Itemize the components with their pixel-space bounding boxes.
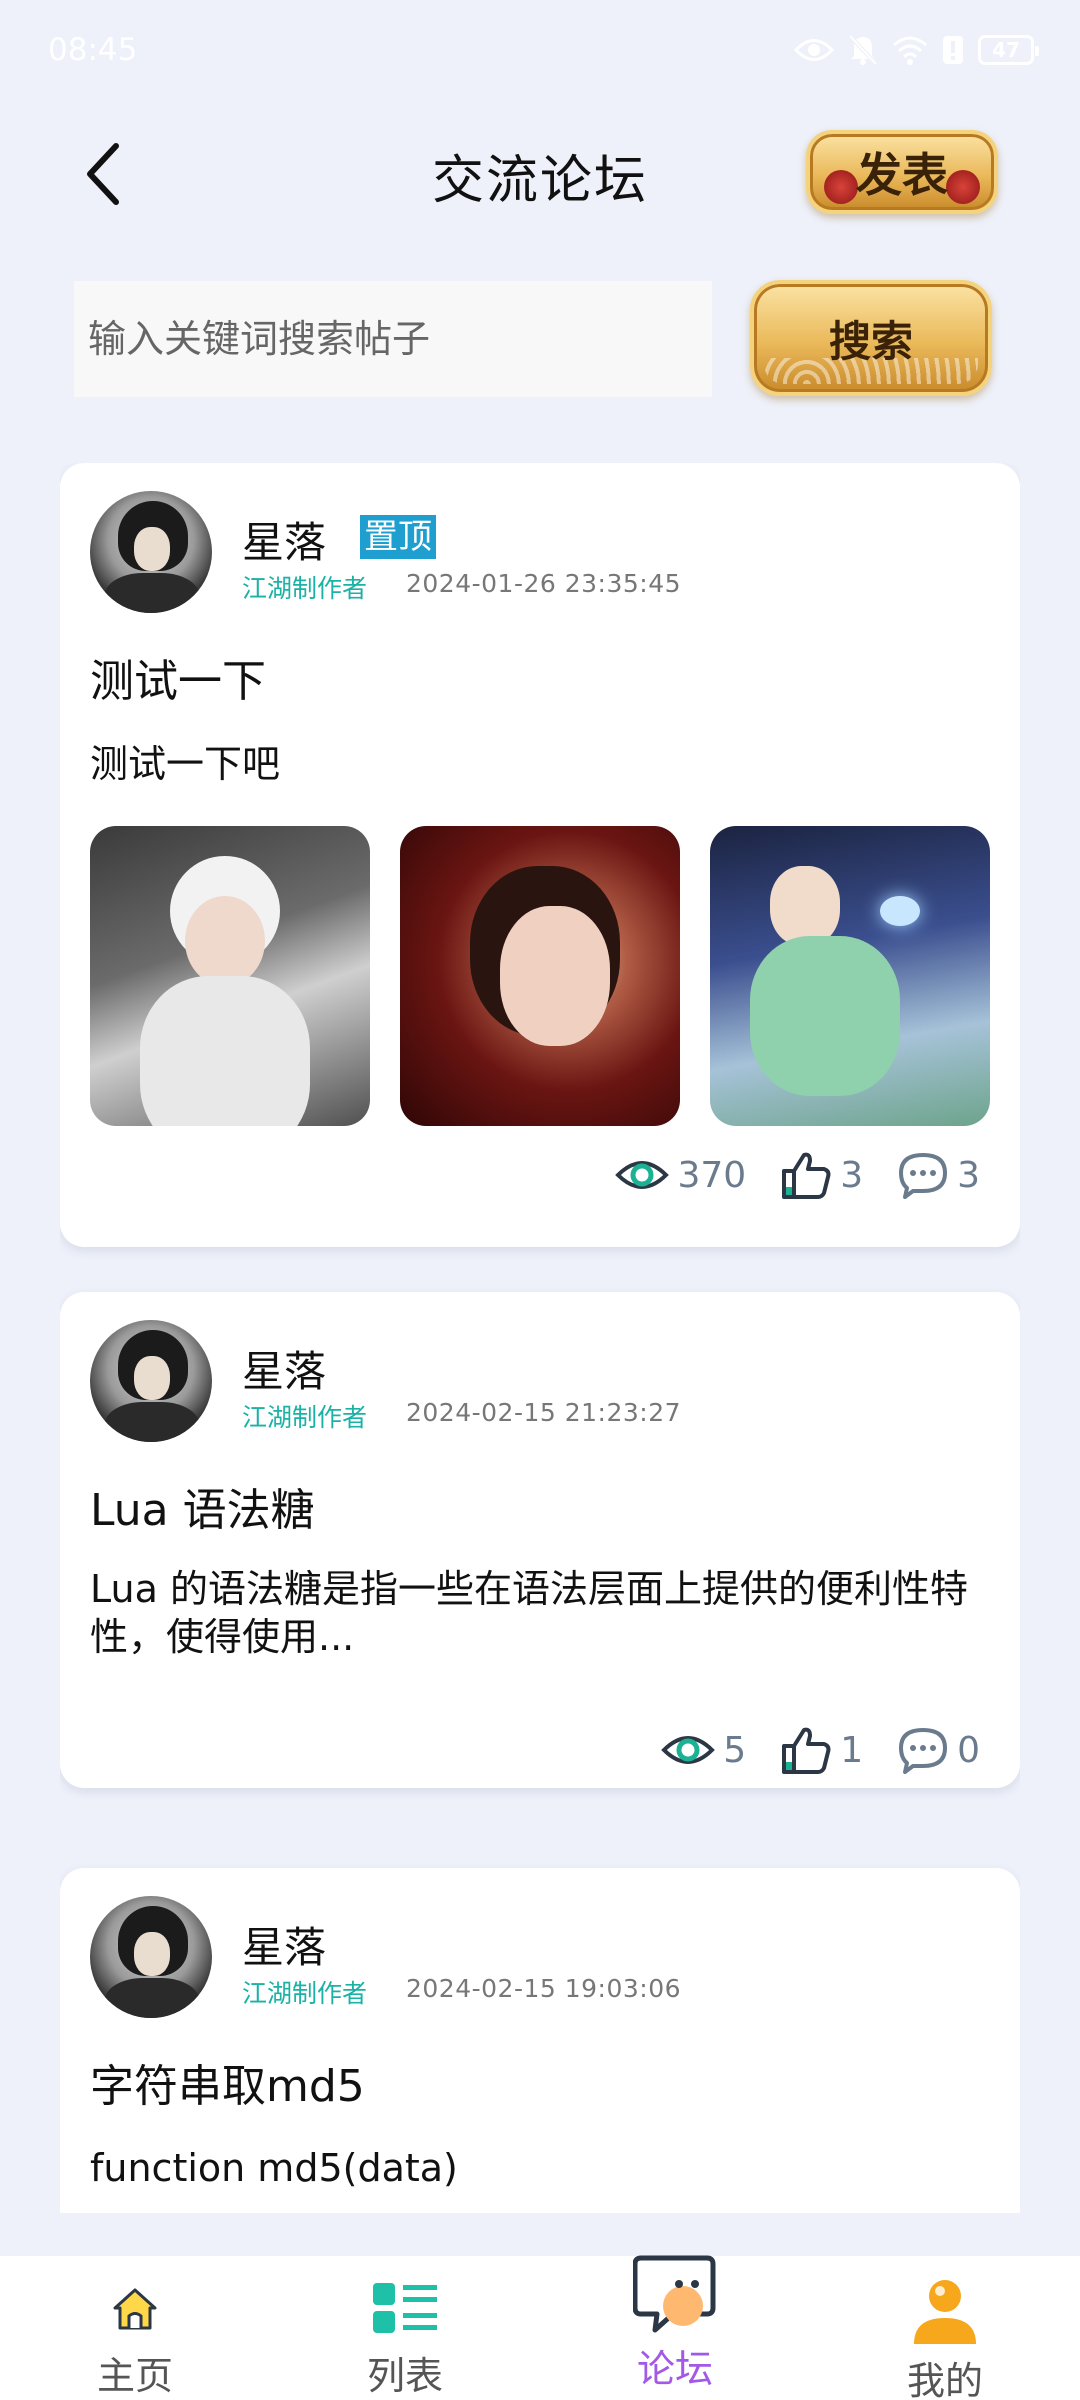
battery-icon: 47 (978, 35, 1039, 65)
flower-deco-icon (946, 170, 980, 204)
eye-icon (661, 1736, 716, 1764)
views-stat: 370 (615, 1155, 746, 1196)
eye-icon (615, 1161, 670, 1189)
post-time: 2024-01-26 23:35:45 (406, 569, 682, 598)
battery-level: 47 (992, 38, 1020, 62)
nav-label-forum: 论坛 (636, 2347, 713, 2391)
bottom-nav: 主页 列表 论坛 我的 (0, 2255, 1080, 2400)
author-role: 江湖制作者 (242, 1403, 368, 1432)
post-card[interactable]: 星落 置顶 江湖制作者 2024-01-26 23:35:45 测试一下 测试一… (60, 463, 1020, 1247)
author-role: 江湖制作者 (242, 574, 368, 603)
wifi-icon (893, 36, 927, 65)
search-input[interactable] (74, 281, 712, 397)
author-name[interactable]: 星落 (242, 1338, 326, 1399)
nav-item-me[interactable]: 我的 (810, 2256, 1080, 2400)
like-button[interactable]: 3 (780, 1149, 863, 1201)
status-bar: 08:45 47 (0, 0, 1080, 100)
post-feed[interactable]: 星落 置顶 江湖制作者 2024-01-26 23:35:45 测试一下 测试一… (60, 463, 1020, 2213)
alert-icon (943, 36, 963, 64)
post-card[interactable]: 星落 江湖制作者 2024-02-15 19:03:06 字符串取md5 fun… (60, 1868, 1020, 2213)
post-stats: 5 1 0 (627, 1724, 980, 1776)
nav-label-me: 我的 (906, 2359, 983, 2400)
nav-item-forum[interactable]: 论坛 (540, 2255, 810, 2400)
author-name[interactable]: 星落 (242, 1914, 326, 1975)
avatar[interactable] (90, 1896, 212, 2018)
author-role: 江湖制作者 (242, 1979, 368, 2008)
flower-deco-icon (824, 170, 858, 204)
post-image[interactable] (90, 826, 370, 1126)
home-icon (113, 2288, 157, 2329)
search-button-label: 搜索 (828, 316, 913, 366)
comment-button[interactable]: 3 (897, 1151, 980, 1199)
post-body[interactable]: Lua 的语法糖是指一些在语法层面上提供的便利性特性，使得使用... (90, 1565, 970, 1661)
comments-count: 3 (957, 1154, 980, 1196)
post-stats: 370 3 3 (581, 1149, 980, 1201)
nav-item-home[interactable]: 主页 (0, 2256, 270, 2400)
post-title[interactable]: 字符串取md5 (90, 2050, 365, 2114)
views-stat: 5 (661, 1730, 746, 1771)
thumbs-up-icon (782, 1727, 831, 1774)
nav-label-list: 列表 (366, 2354, 443, 2398)
status-time: 08:45 (48, 32, 138, 68)
post-time: 2024-02-15 21:23:27 (406, 1398, 682, 1427)
post-title[interactable]: 测试一下 (90, 645, 266, 709)
likes-count: 1 (840, 1729, 864, 1771)
header: 交流论坛 发表 (0, 120, 1080, 230)
publish-button[interactable]: 发表 (806, 130, 998, 214)
like-button[interactable]: 1 (780, 1724, 863, 1776)
post-body[interactable]: 测试一下吧 (90, 740, 970, 788)
nav-label-home: 主页 (96, 2354, 173, 2398)
avatar[interactable] (90, 1320, 212, 1442)
pinned-badge: 置顶 (360, 515, 436, 559)
search-button[interactable]: 搜索 (750, 280, 992, 396)
post-image[interactable] (400, 826, 680, 1126)
likes-count: 3 (840, 1154, 864, 1196)
post-images (90, 826, 990, 1126)
comments-count: 0 (957, 1729, 980, 1771)
comment-button[interactable]: 0 (897, 1726, 980, 1774)
user-icon (914, 2280, 976, 2344)
views-count: 5 (723, 1729, 747, 1771)
status-icons: 47 (794, 34, 1039, 66)
comment-icon (899, 1153, 948, 1199)
forum-icon (633, 2255, 716, 2333)
nav-item-list[interactable]: 列表 (270, 2256, 540, 2400)
views-count: 370 (677, 1154, 747, 1196)
post-image[interactable] (710, 826, 990, 1126)
author-name[interactable]: 星落 (242, 509, 326, 570)
publish-button-label: 发表 (856, 148, 948, 202)
post-card[interactable]: 星落 江湖制作者 2024-02-15 21:23:27 Lua 语法糖 Lua… (60, 1292, 1020, 1788)
mute-icon (848, 34, 878, 66)
list-icon (373, 2282, 437, 2333)
comment-icon (899, 1728, 948, 1774)
post-time: 2024-02-15 19:03:06 (406, 1974, 682, 2003)
avatar[interactable] (90, 491, 212, 613)
post-title[interactable]: Lua 语法糖 (90, 1474, 315, 1538)
post-body[interactable]: function md5(data) (90, 2144, 970, 2192)
thumbs-up-icon (782, 1152, 831, 1199)
eye-status-icon (794, 39, 834, 61)
